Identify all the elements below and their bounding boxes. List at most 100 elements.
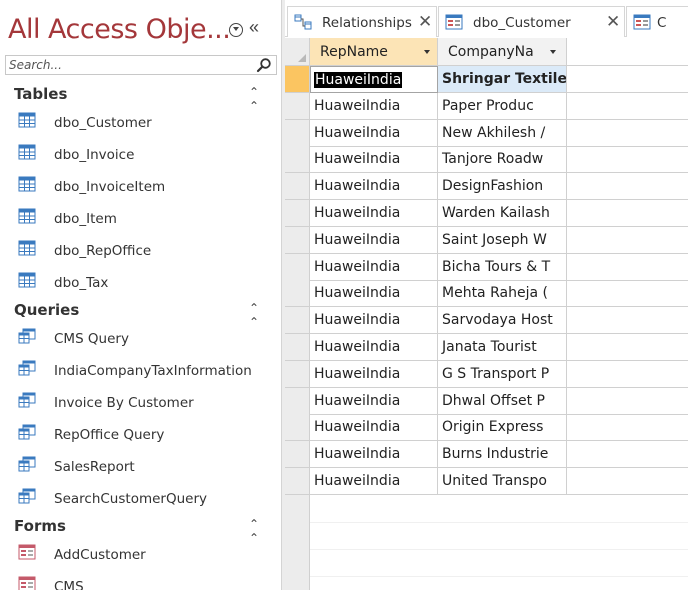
- cell-repname[interactable]: HuaweiIndia: [310, 441, 438, 469]
- nav-item-dbo-item[interactable]: dbo_Item: [0, 204, 281, 232]
- record-selector[interactable]: [285, 66, 310, 93]
- table-row[interactable]: HuaweiIndia New Akhilesh /: [285, 119, 688, 147]
- record-selector[interactable]: [285, 414, 310, 442]
- cell-empty: [567, 441, 688, 469]
- cell-repname[interactable]: HuaweiIndia: [310, 253, 438, 281]
- table-row[interactable]: HuaweiIndia DesignFashion: [285, 173, 688, 201]
- table-row[interactable]: HuaweiIndia Origin Express: [285, 414, 688, 442]
- record-selector[interactable]: [285, 92, 310, 120]
- nav-group-header-forms[interactable]: Forms ⌃ ⌃: [0, 515, 281, 545]
- cell-repname[interactable]: HuaweiIndia: [310, 66, 438, 93]
- nav-group-header-tables[interactable]: Tables ⌃ ⌃: [0, 83, 281, 113]
- select-all-corner[interactable]: [285, 38, 310, 66]
- cell-companyname[interactable]: Origin Express: [438, 414, 567, 442]
- record-selector[interactable]: [285, 441, 310, 469]
- nav-item-salesreport[interactable]: SalesReport: [0, 452, 281, 480]
- cell-companyname[interactable]: Saint Joseph W: [438, 226, 567, 254]
- table-row[interactable]: HuaweiIndia Sarvodaya Host: [285, 307, 688, 335]
- cell-companyname[interactable]: Dhwal Offset P: [438, 387, 567, 415]
- table-row[interactable]: HuaweiIndia Dhwal Offset P: [285, 387, 688, 415]
- column-header-label: CompanyNa: [448, 44, 534, 60]
- query-icon: [18, 456, 36, 472]
- cell-repname[interactable]: HuaweiIndia: [310, 334, 438, 361]
- cell-repname[interactable]: HuaweiIndia: [310, 146, 438, 174]
- column-header-repname[interactable]: RepName: [310, 38, 438, 66]
- cell-companyname[interactable]: Tanjore Roadw: [438, 146, 567, 174]
- nav-item-addcustomer[interactable]: AddCustomer: [0, 540, 281, 568]
- record-selector[interactable]: [285, 387, 310, 415]
- nav-item-searchcustomerquery[interactable]: SearchCustomerQuery: [0, 484, 281, 512]
- cell-companyname[interactable]: DesignFashion: [438, 173, 567, 201]
- nav-menu-dropdown-icon[interactable]: [229, 23, 243, 37]
- table-row[interactable]: HuaweiIndia Saint Joseph W: [285, 226, 688, 254]
- table-row[interactable]: HuaweiIndia United Transpo: [285, 468, 688, 495]
- search-icon[interactable]: [256, 57, 272, 73]
- record-selector[interactable]: [285, 146, 310, 174]
- cell-repname[interactable]: HuaweiIndia: [310, 414, 438, 442]
- tab-relationships[interactable]: Relationships ✕: [287, 6, 437, 37]
- search-input[interactable]: [9, 57, 245, 73]
- table-row[interactable]: HuaweiIndia Burns Industrie: [285, 441, 688, 469]
- table-row[interactable]: HuaweiIndia Warden Kailash: [285, 200, 688, 227]
- nav-item-dbo-invoiceitem[interactable]: dbo_InvoiceItem: [0, 172, 281, 200]
- table-row[interactable]: HuaweiIndia Paper Produc: [285, 92, 688, 120]
- nav-item-repoffice-query[interactable]: RepOffice Query: [0, 420, 281, 448]
- cell-companyname[interactable]: Shringar Textile: [438, 66, 567, 93]
- cell-companyname[interactable]: Warden Kailash: [438, 200, 567, 227]
- cell-companyname[interactable]: Paper Produc: [438, 92, 567, 120]
- cell-repname[interactable]: HuaweiIndia: [310, 226, 438, 254]
- table-row[interactable]: HuaweiIndia Mehta Raheja (: [285, 280, 688, 308]
- cell-repname[interactable]: HuaweiIndia: [310, 387, 438, 415]
- column-header-companyname[interactable]: CompanyNa: [438, 38, 567, 66]
- cell-companyname[interactable]: Bicha Tours & T: [438, 253, 567, 281]
- nav-item-dbo-customer[interactable]: dbo_Customer: [0, 108, 281, 136]
- cell-companyname[interactable]: New Akhilesh /: [438, 119, 567, 147]
- record-selector[interactable]: [285, 307, 310, 335]
- record-selector[interactable]: [285, 468, 310, 495]
- cell-repname[interactable]: HuaweiIndia: [310, 92, 438, 120]
- nav-item-cms-query[interactable]: CMS Query: [0, 324, 281, 352]
- close-tab-icon[interactable]: ✕: [418, 12, 432, 32]
- nav-item-cms[interactable]: CMS: [0, 572, 281, 590]
- nav-item-dbo-tax[interactable]: dbo_Tax: [0, 268, 281, 296]
- cell-repname[interactable]: HuaweiIndia: [310, 200, 438, 227]
- sort-filter-dropdown-icon[interactable]: [550, 50, 556, 54]
- tab-dbo-customer[interactable]: dbo_Customer ✕: [438, 6, 625, 37]
- nav-item-invoice-by-customer[interactable]: Invoice By Customer: [0, 388, 281, 416]
- cell-companyname[interactable]: Sarvodaya Host: [438, 307, 567, 335]
- sort-filter-dropdown-icon[interactable]: [424, 50, 430, 54]
- nav-title[interactable]: All Access Obje...: [8, 14, 231, 45]
- record-selector[interactable]: [285, 280, 310, 308]
- cell-repname[interactable]: HuaweiIndia: [310, 360, 438, 388]
- close-tab-icon[interactable]: ✕: [606, 12, 620, 32]
- record-selector[interactable]: [285, 253, 310, 281]
- record-selector[interactable]: [285, 226, 310, 254]
- record-selector[interactable]: [285, 119, 310, 147]
- table-row[interactable]: HuaweiIndia G S Transport P: [285, 360, 688, 388]
- collapse-pane-icon[interactable]: «: [249, 17, 259, 38]
- cell-companyname[interactable]: Burns Industrie: [438, 441, 567, 469]
- record-selector[interactable]: [285, 173, 310, 201]
- cell-repname[interactable]: HuaweiIndia: [310, 280, 438, 308]
- cell-repname[interactable]: HuaweiIndia: [310, 173, 438, 201]
- cell-companyname[interactable]: Janata Tourist: [438, 334, 567, 361]
- nav-item-indiacompanytaxinformation[interactable]: IndiaCompanyTaxInformation: [0, 356, 281, 384]
- cell-repname[interactable]: HuaweiIndia: [310, 119, 438, 147]
- record-selector[interactable]: [285, 200, 310, 227]
- record-selector[interactable]: [285, 334, 310, 361]
- table-row[interactable]: HuaweiIndia Janata Tourist: [285, 334, 688, 361]
- search-box[interactable]: [5, 55, 277, 75]
- nav-item-dbo-invoice[interactable]: dbo_Invoice: [0, 140, 281, 168]
- nav-item-dbo-repoffice[interactable]: dbo_RepOffice: [0, 236, 281, 264]
- cell-companyname[interactable]: G S Transport P: [438, 360, 567, 388]
- tab-truncated[interactable]: C: [626, 6, 688, 37]
- table-row[interactable]: HuaweiIndia Bicha Tours & T: [285, 253, 688, 281]
- cell-companyname[interactable]: United Transpo: [438, 468, 567, 495]
- table-row[interactable]: HuaweiIndia Tanjore Roadw: [285, 146, 688, 174]
- cell-repname[interactable]: HuaweiIndia: [310, 468, 438, 495]
- cell-repname[interactable]: HuaweiIndia: [310, 307, 438, 335]
- table-row[interactable]: HuaweiIndia Shringar Textile: [285, 66, 688, 93]
- record-selector[interactable]: [285, 360, 310, 388]
- cell-companyname[interactable]: Mehta Raheja (: [438, 280, 567, 308]
- nav-group-header-queries[interactable]: Queries ⌃ ⌃: [0, 299, 281, 329]
